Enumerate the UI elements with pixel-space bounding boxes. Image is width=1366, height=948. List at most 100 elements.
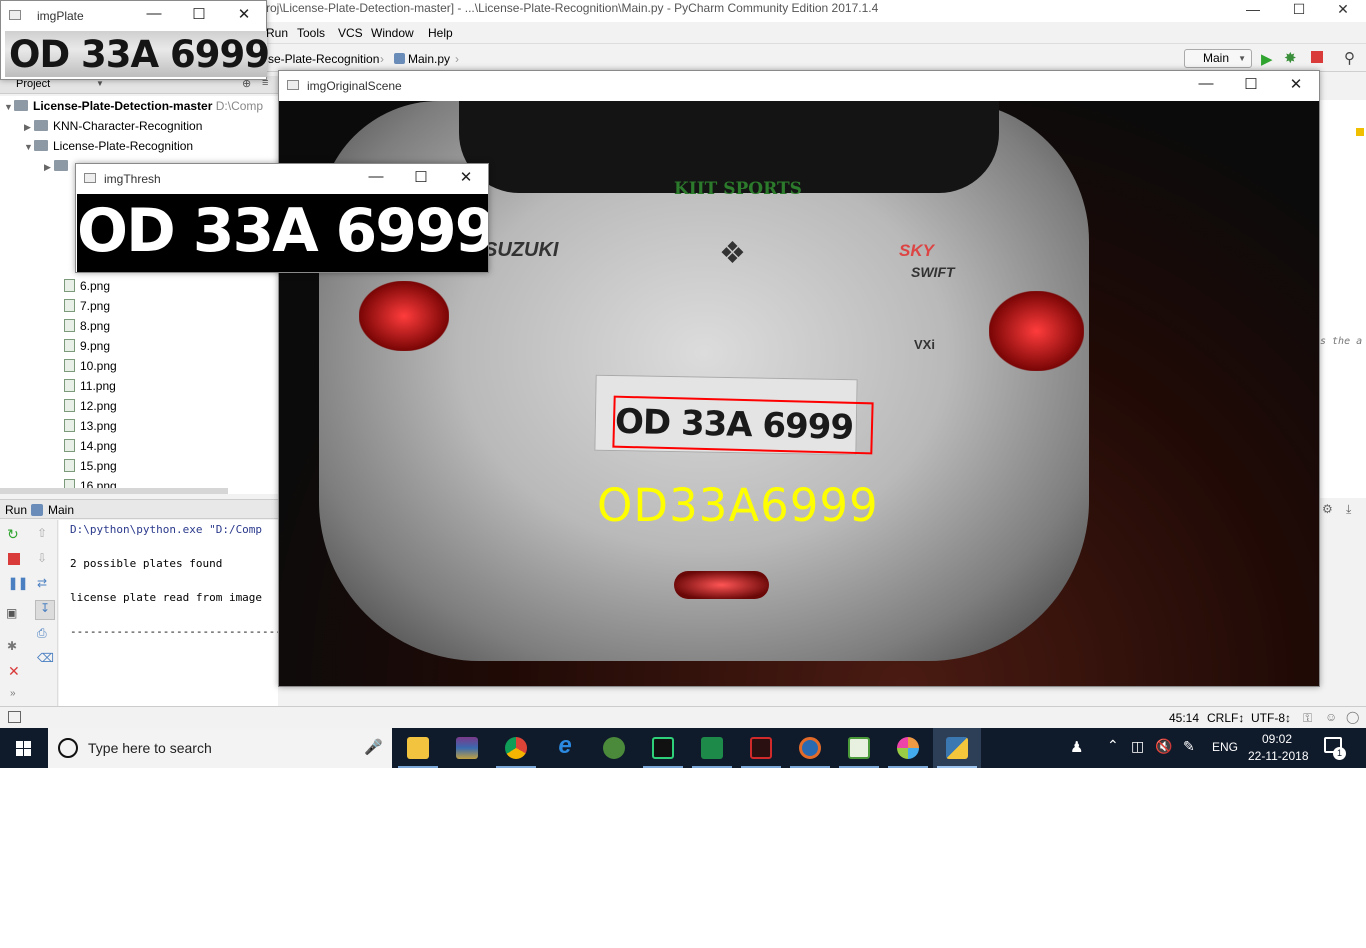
- stop-icon[interactable]: [1311, 51, 1323, 63]
- close-button[interactable]: ✕: [443, 168, 489, 186]
- edge-button[interactable]: e: [541, 728, 589, 768]
- maximize-button[interactable]: ☐: [1276, 0, 1322, 22]
- tree-file[interactable]: 7.png: [64, 296, 110, 316]
- chrome-button[interactable]: [492, 728, 540, 768]
- winrar-button[interactable]: [443, 728, 491, 768]
- tree-file[interactable]: 12.png: [64, 396, 117, 416]
- status-bar: 45:14 CRLF↕ UTF-8↕ ⚿ ☺ ◯: [0, 706, 1366, 728]
- maximize-button[interactable]: ☐: [398, 168, 444, 186]
- scroll-to-end-icon[interactable]: ↧: [35, 600, 55, 620]
- menu-vcs[interactable]: VCS: [338, 26, 363, 40]
- pycharm-button[interactable]: [639, 728, 687, 768]
- more-icon[interactable]: »: [10, 688, 16, 699]
- tree-folder-lpr[interactable]: ▼ License-Plate-Recognition: [24, 136, 193, 156]
- running-indicator: [888, 766, 928, 768]
- tree-file[interactable]: 10.png: [64, 356, 117, 376]
- menu-tools[interactable]: Tools: [297, 26, 325, 40]
- tree-file[interactable]: 13.png: [64, 416, 117, 436]
- start-button[interactable]: [0, 728, 48, 768]
- rerun-icon[interactable]: ↻: [7, 526, 19, 543]
- language-indicator[interactable]: ENG: [1212, 740, 1238, 754]
- clock-date[interactable]: 22-11-2018: [1248, 749, 1309, 763]
- run-tab-label[interactable]: Run: [5, 503, 27, 517]
- print-icon[interactable]: ⎙: [37, 626, 47, 641]
- inspector-icon[interactable]: ☺: [1325, 710, 1337, 724]
- tree-folder-label: License-Plate-Recognition: [53, 139, 194, 153]
- minimize-button[interactable]: —: [131, 5, 177, 22]
- close-button[interactable]: ✕: [1273, 75, 1319, 93]
- soft-wrap-icon[interactable]: ⇄: [37, 576, 47, 590]
- brand-badge: SUZUKI: [484, 239, 559, 261]
- trash-icon[interactable]: ⌫: [37, 651, 54, 665]
- maximize-button[interactable]: ☐: [176, 5, 222, 23]
- python-button[interactable]: [933, 728, 981, 768]
- tree-file-label: 11.png: [80, 379, 116, 393]
- taskbar: Type here to search 🎤 e ♟ ⌃ ◫ 🔇 ✎ ENG 09…: [0, 728, 1366, 768]
- chevron-up-icon[interactable]: ⌃: [1107, 737, 1119, 754]
- tree-file[interactable]: 9.png: [64, 336, 110, 356]
- lock-icon[interactable]: ⚿: [1303, 711, 1312, 726]
- tree-file[interactable]: 14.png: [64, 436, 117, 456]
- tree-root[interactable]: ▼ License-Plate-Detection-master D:\Comp: [4, 96, 263, 116]
- warning-marker-icon[interactable]: [1356, 128, 1364, 136]
- people-icon[interactable]: ♟: [1070, 738, 1083, 756]
- close-button[interactable]: ✕: [1320, 0, 1366, 22]
- toggle-panels-icon[interactable]: [8, 711, 21, 723]
- volume-muted-icon[interactable]: 🔇: [1155, 738, 1172, 755]
- close-icon[interactable]: ✕: [8, 663, 20, 680]
- breadcrumb-file[interactable]: Main.py: [394, 52, 450, 66]
- tree-folder-knn[interactable]: ▶ KNN-Character-Recognition: [24, 116, 202, 136]
- console-line: --------------------------------: [70, 625, 278, 638]
- dealer-sticker: SKY: [899, 241, 934, 260]
- clock-time[interactable]: 09:02: [1262, 732, 1292, 746]
- tree-file[interactable]: 11.png: [64, 376, 116, 396]
- tree-folder-label: KNN-Character-Recognition: [53, 119, 203, 133]
- app-button[interactable]: [786, 728, 834, 768]
- maximize-button[interactable]: ☐: [1228, 75, 1274, 93]
- android-studio-button[interactable]: [590, 728, 638, 768]
- tree-file-label: 14.png: [80, 439, 117, 453]
- close-button[interactable]: ✕: [221, 5, 267, 23]
- python-icon: [946, 737, 968, 759]
- line-separator[interactable]: CRLF↕: [1207, 711, 1244, 725]
- paint-button[interactable]: [884, 728, 932, 768]
- chevron-down-icon[interactable]: ▼: [96, 79, 104, 88]
- menu-run[interactable]: Run: [266, 26, 288, 40]
- hide-icon[interactable]: ⤓: [1346, 502, 1351, 517]
- tree-file[interactable]: 15.png: [64, 456, 117, 476]
- tree-file[interactable]: 6.png: [64, 276, 110, 296]
- microphone-icon[interactable]: 🎤: [364, 738, 383, 756]
- breadcrumb-folder[interactable]: se-Plate-Recognition: [268, 52, 379, 66]
- tree-subfolder[interactable]: ▶: [44, 156, 73, 176]
- file-encoding[interactable]: UTF-8↕: [1251, 711, 1291, 725]
- run-config-selector[interactable]: Main ▼: [1184, 49, 1252, 68]
- pen-icon[interactable]: ✎: [1183, 738, 1195, 755]
- minimize-button[interactable]: —: [1230, 0, 1276, 22]
- up-arrow-icon[interactable]: ⇧: [37, 526, 47, 540]
- run-config-tab[interactable]: Main: [48, 503, 74, 517]
- horizontal-scrollbar[interactable]: [0, 488, 228, 494]
- layout-icon[interactable]: ▣: [6, 606, 17, 620]
- debug-icon[interactable]: ✸: [1284, 49, 1297, 67]
- minimize-button[interactable]: —: [1183, 75, 1229, 92]
- event-log-icon[interactable]: ◯: [1346, 710, 1359, 724]
- down-arrow-icon[interactable]: ⇩: [37, 551, 47, 565]
- acrobat-button[interactable]: [737, 728, 785, 768]
- pin-icon[interactable]: ✱: [7, 639, 17, 653]
- stop-icon[interactable]: [8, 553, 20, 565]
- search-box[interactable]: Type here to search 🎤: [48, 728, 392, 768]
- console-output[interactable]: D:\python\python.exe "D:/Comp 2 possible…: [59, 520, 278, 706]
- network-icon[interactable]: ◫: [1131, 738, 1144, 755]
- menu-help[interactable]: Help: [428, 26, 453, 40]
- pause-icon[interactable]: ❚❚: [8, 576, 28, 590]
- run-icon[interactable]: ▶: [1261, 50, 1273, 68]
- tree-file[interactable]: 8.png: [64, 316, 110, 336]
- search-icon[interactable]: ⚲: [1344, 49, 1355, 67]
- sheet-button[interactable]: [835, 728, 883, 768]
- file-explorer-button[interactable]: [394, 728, 442, 768]
- minimize-button[interactable]: —: [353, 168, 399, 185]
- menu-window[interactable]: Window: [371, 26, 414, 40]
- gear-icon[interactable]: ⚙: [1322, 502, 1333, 516]
- caret-position[interactable]: 45:14: [1169, 711, 1199, 725]
- vs-button[interactable]: [688, 728, 736, 768]
